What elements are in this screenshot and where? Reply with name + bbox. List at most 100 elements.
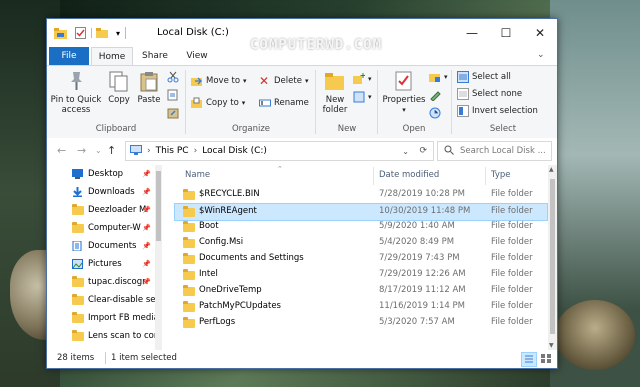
file-row[interactable]: PatchMyPCUpdates 11/16/2019 1:14 PM File… [175,299,547,315]
paste-button[interactable]: Paste [135,70,163,105]
column-header-name[interactable]: Name [185,165,210,185]
nav-item-import-fb[interactable]: Import FB media [47,309,155,327]
file-type: File folder [491,285,533,295]
invert-selection-button[interactable]: Invert selection [457,104,538,118]
rename-button[interactable]: Rename [259,96,309,110]
title-separator [125,27,126,39]
file-row[interactable]: Documents and Settings 7/29/2019 7:43 PM… [175,251,547,267]
item-count: 28 items [57,353,95,363]
file-row[interactable]: Intel 7/29/2019 12:26 AM File folder [175,267,547,283]
pin-icon: 📌 [142,242,151,250]
nav-item-label: Pictures [88,259,122,269]
nav-item-lens-scan[interactable]: Lens scan to cor [47,327,155,345]
history-button[interactable] [429,106,441,120]
copy-button[interactable]: Copy [105,70,133,105]
up-arrow-icon[interactable]: ↑ [107,144,116,157]
breadcrumb-this-pc[interactable]: This PC [156,146,189,156]
column-header-date[interactable]: Date modified [379,165,439,185]
column-separator[interactable] [373,167,374,185]
address-dropdown-icon[interactable]: ⌄ [402,147,409,156]
nav-item-documents[interactable]: Documents 📌 [47,237,155,255]
file-name: PerfLogs [199,317,236,327]
minimize-button[interactable]: — [455,19,489,47]
move-to-label: Move to [206,76,241,86]
address-bar[interactable]: › This PC › Local Disk (C:) ⌄ ⟳ [125,141,434,161]
column-header-type[interactable]: Type [491,165,511,185]
customize-toolbar-icon[interactable]: ▾ [111,26,125,40]
nav-item-tupac[interactable]: tupac.discogr 📌 [47,273,155,291]
invert-selection-label: Invert selection [472,106,538,116]
nav-item-pictures[interactable]: Pictures 📌 [47,255,155,273]
forward-arrow-icon[interactable]: → [77,144,86,157]
close-button[interactable]: ✕ [523,19,557,47]
new-folder-quick-icon[interactable] [95,26,109,40]
breadcrumb-local-disk[interactable]: Local Disk (C:) [202,146,267,156]
nav-item-downloads[interactable]: Downloads 📌 [47,183,155,201]
file-list-scrollbar-thumb[interactable] [550,179,555,334]
tab-file[interactable]: File [49,47,89,65]
tab-share[interactable]: Share [135,47,175,65]
file-type: File folder [491,269,533,279]
properties-quick-icon[interactable] [73,26,87,40]
nav-scrollbar-thumb[interactable] [156,171,161,241]
file-row[interactable]: Boot 5/9/2020 1:40 AM File folder [175,219,547,235]
nav-item-label: Deezloader M [88,205,147,215]
edit-icon [429,89,441,102]
file-list-scrollbar[interactable]: ▲ ▼ [548,165,557,350]
new-folder-label: New folder [322,95,348,115]
pin-to-quick-access-button[interactable]: Pin to Quick access [49,70,103,115]
scroll-down-icon[interactable]: ▼ [549,342,554,349]
file-type: File folder [491,237,533,247]
nav-item-computer-w[interactable]: Computer-W 📌 [47,219,155,237]
copy-path-icon [167,89,179,101]
refresh-icon[interactable]: ⟳ [419,146,427,156]
expand-ribbon-icon[interactable]: ⌄ [537,50,545,60]
pin-icon [65,70,87,92]
large-icons-view-icon[interactable] [539,352,553,365]
tab-home[interactable]: Home [91,47,133,67]
details-view-icon[interactable] [521,352,537,367]
folder-icon [183,221,195,232]
edit-button[interactable] [429,88,441,102]
easy-access-button[interactable]: ▾ [353,90,372,104]
properties-button[interactable]: Properties ▾ [381,70,427,115]
pictures-icon [72,259,83,269]
watermark: COMPUTERWD.COM [250,37,383,53]
navigation-bar: ← → ⌄ ↑ › This PC › Local Disk (C:) ⌄ ⟳ … [47,138,557,164]
folder-icon [183,189,195,200]
nav-item-label: Desktop [88,169,124,179]
back-arrow-icon[interactable]: ← [57,144,66,157]
nav-scrollbar[interactable] [155,165,162,350]
ribbon-separator [377,70,378,134]
nav-item-deezloader[interactable]: Deezloader M 📌 [47,201,155,219]
file-date: 10/30/2019 11:48 PM [379,206,471,216]
select-all-button[interactable]: Select all [457,70,511,84]
recent-locations-icon[interactable]: ⌄ [95,146,102,155]
select-none-button[interactable]: Select none [457,87,522,101]
move-to-button[interactable]: Move to ▾ [191,74,247,88]
folder-icon [72,294,84,305]
new-item-button[interactable]: ▾ [353,72,372,86]
maximize-button[interactable]: ☐ [489,19,523,47]
copy-path-button[interactable] [167,88,179,102]
scroll-up-icon[interactable]: ▲ [549,166,554,173]
delete-button[interactable]: ✕ Delete ▾ [259,74,308,88]
open-button[interactable]: ▾ [429,70,448,84]
file-date: 5/3/2020 7:57 AM [379,317,455,327]
tab-view[interactable]: View [177,47,217,65]
nav-item-clear-disable[interactable]: Clear-disable sea [47,291,155,309]
cut-button[interactable] [167,70,179,84]
file-row[interactable]: PerfLogs 5/3/2020 7:57 AM File folder [175,315,547,331]
file-row[interactable]: Config.Msi 5/4/2020 8:49 PM File folder [175,235,547,251]
paste-shortcut-button[interactable] [167,106,179,120]
folder-icon [72,330,84,341]
column-separator[interactable] [485,167,486,185]
breadcrumb-chevron-icon: › [147,146,151,156]
search-box[interactable]: Search Local Disk ... [437,141,552,161]
file-row[interactable]: OneDriveTemp 8/17/2019 11:12 AM File fol… [175,283,547,299]
paste-label: Paste [137,95,161,105]
copy-to-button[interactable]: Copy to ▾ [191,96,245,110]
file-row[interactable]: $RECYCLE.BIN 7/28/2019 10:28 PM File fol… [175,187,547,203]
new-folder-button[interactable]: New folder [319,70,351,115]
nav-item-desktop[interactable]: Desktop 📌 [47,165,155,183]
